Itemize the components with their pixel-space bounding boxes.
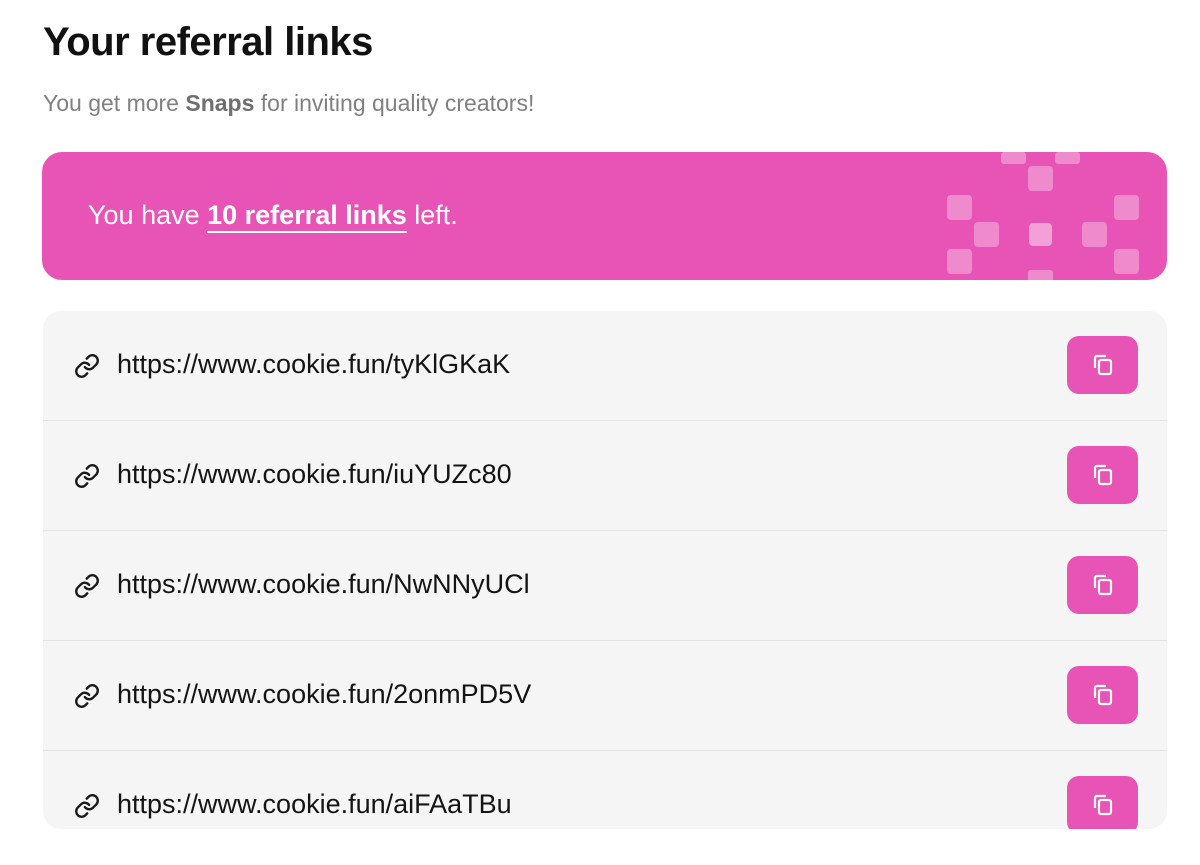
link-icon bbox=[75, 574, 99, 598]
referral-url[interactable]: https://www.cookie.fun/2onmPD5V bbox=[117, 679, 531, 710]
subtitle-prefix: You get more bbox=[43, 90, 186, 116]
referral-count-link[interactable]: 10 referral links bbox=[207, 200, 407, 230]
copy-icon bbox=[1093, 464, 1112, 486]
copy-link-button[interactable] bbox=[1067, 336, 1138, 394]
link-icon bbox=[75, 354, 99, 378]
link-row: https://www.cookie.fun/iuYUZc80 bbox=[43, 421, 1167, 531]
copy-icon bbox=[1093, 574, 1112, 596]
subtitle-suffix: for inviting quality creators! bbox=[254, 90, 535, 116]
banner-suffix: left. bbox=[406, 200, 458, 230]
banner-pixel-pattern bbox=[947, 152, 1139, 280]
link-row: https://www.cookie.fun/aiFAaTBu bbox=[43, 751, 1167, 829]
subtitle-snaps: Snaps bbox=[185, 90, 255, 116]
link-icon bbox=[75, 464, 99, 488]
link-icon bbox=[75, 794, 99, 818]
referral-url[interactable]: https://www.cookie.fun/NwNNyUCl bbox=[117, 569, 530, 600]
referral-url[interactable]: https://www.cookie.fun/iuYUZc80 bbox=[117, 459, 512, 490]
page-subtitle: You get more Snaps for inviting quality … bbox=[43, 90, 534, 117]
copy-icon bbox=[1093, 354, 1112, 376]
copy-link-button[interactable] bbox=[1067, 776, 1138, 829]
link-row: https://www.cookie.fun/NwNNyUCl bbox=[43, 531, 1167, 641]
copy-link-button[interactable] bbox=[1067, 446, 1138, 504]
link-icon bbox=[75, 684, 99, 708]
banner-prefix: You have bbox=[88, 200, 208, 230]
referral-links-list: https://www.cookie.fun/tyKlGKaK https://… bbox=[43, 311, 1167, 829]
referral-page: Your referral links You get more Snaps f… bbox=[0, 0, 1200, 865]
banner-text: You have 10 referral links left. bbox=[88, 200, 458, 231]
referral-url[interactable]: https://www.cookie.fun/tyKlGKaK bbox=[117, 349, 510, 380]
link-row: https://www.cookie.fun/2onmPD5V bbox=[43, 641, 1167, 751]
copy-link-button[interactable] bbox=[1067, 556, 1138, 614]
copy-icon bbox=[1093, 794, 1112, 816]
page-title: Your referral links bbox=[43, 20, 373, 64]
referral-count-banner: You have 10 referral links left. bbox=[42, 152, 1167, 280]
copy-icon bbox=[1093, 684, 1112, 706]
referral-url[interactable]: https://www.cookie.fun/aiFAaTBu bbox=[117, 789, 512, 820]
link-row: https://www.cookie.fun/tyKlGKaK bbox=[43, 311, 1167, 421]
copy-link-button[interactable] bbox=[1067, 666, 1138, 724]
